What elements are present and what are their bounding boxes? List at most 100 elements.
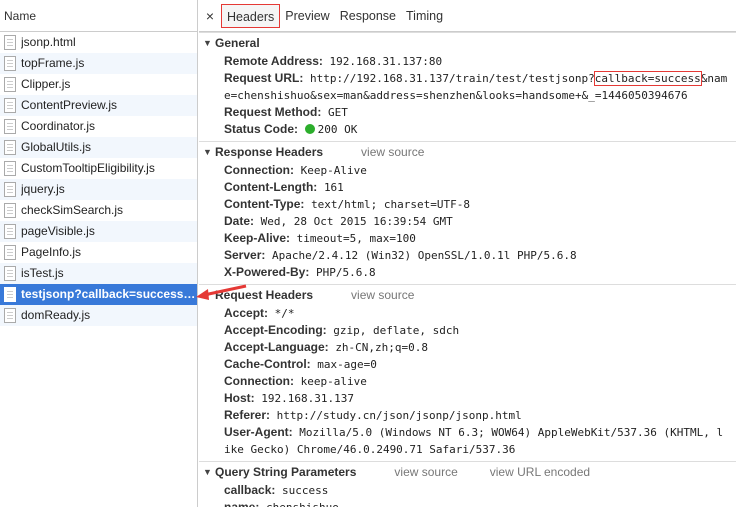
header-row: Request Method: GET xyxy=(199,104,736,121)
header-row: Remote Address: 192.168.31.137:80 xyxy=(199,53,736,70)
header-value: PHP/5.6.8 xyxy=(315,266,376,279)
header-value: Wed, 28 Oct 2015 16:39:54 GMT xyxy=(260,215,453,228)
header-row: Host: 192.168.31.137 xyxy=(199,390,736,407)
header-row: Keep-Alive: timeout=5, max=100 xyxy=(199,230,736,247)
header-key: Host: xyxy=(224,391,255,405)
response-headers-section-header[interactable]: ▼ Response Headers view source xyxy=(199,142,736,162)
expanded-triangle-icon: ▼ xyxy=(203,467,212,477)
header-row: Status Code: 200 OK xyxy=(199,121,736,138)
file-item[interactable]: ContentPreview.js xyxy=(0,95,197,116)
header-value: success xyxy=(282,484,329,497)
file-list: jsonp.html topFrame.js Clipper.js Conten… xyxy=(0,32,197,326)
file-item[interactable]: domReady.js xyxy=(0,305,197,326)
header-value: timeout=5, max=100 xyxy=(296,232,416,245)
header-key: Status Code: xyxy=(224,122,299,136)
file-item-selected[interactable]: testjsonp?callback=success&n... xyxy=(0,284,197,305)
header-value: Mozilla/5.0 (Windows NT 6.3; WOW64) Appl… xyxy=(224,426,724,456)
header-row: Date: Wed, 28 Oct 2015 16:39:54 GMT xyxy=(199,213,736,230)
header-row: Referer: http://study.cn/json/jsonp/json… xyxy=(199,407,736,424)
query-string-section: ▼ Query String Parameters view source vi… xyxy=(199,461,736,507)
header-key: Server: xyxy=(224,248,266,262)
tab-preview[interactable]: Preview xyxy=(280,4,334,28)
header-key: Request URL: xyxy=(224,71,304,85)
view-source-link[interactable]: view source xyxy=(351,285,414,305)
tab-headers[interactable]: Headers xyxy=(221,3,281,28)
document-icon xyxy=(4,77,16,92)
file-item[interactable]: jquery.js xyxy=(0,179,197,200)
request-detail-panel: × Headers Preview Response Timing ▼ Gene… xyxy=(199,0,736,507)
request-url-part: http://192.168.31.137/train/test/testjso… xyxy=(309,72,595,85)
header-value: max-age=0 xyxy=(317,358,377,371)
document-icon xyxy=(4,35,16,50)
file-item[interactable]: Clipper.js xyxy=(0,74,197,95)
document-icon xyxy=(4,119,16,134)
detail-tabs: × Headers Preview Response Timing xyxy=(199,0,736,32)
header-value: keep-alive xyxy=(300,375,367,388)
tab-timing[interactable]: Timing xyxy=(401,4,448,28)
header-value: gzip, deflate, sdch xyxy=(333,324,460,337)
header-key: User-Agent: xyxy=(224,425,293,439)
general-section: ▼ General Remote Address: 192.168.31.137… xyxy=(199,32,736,138)
file-item[interactable]: PageInfo.js xyxy=(0,242,197,263)
header-value: Keep-Alive xyxy=(300,164,367,177)
file-item[interactable]: CustomTooltipEligibility.js xyxy=(0,158,197,179)
file-item[interactable]: Coordinator.js xyxy=(0,116,197,137)
header-row: Accept-Encoding: gzip, deflate, sdch xyxy=(199,322,736,339)
view-source-link[interactable]: view source xyxy=(394,462,457,482)
header-key: Date: xyxy=(224,214,255,228)
file-item[interactable]: topFrame.js xyxy=(0,53,197,74)
header-key: Keep-Alive: xyxy=(224,231,291,245)
header-row: callback: success xyxy=(199,482,736,499)
general-section-header[interactable]: ▼ General xyxy=(199,33,736,53)
file-name: testjsonp?callback=success&n... xyxy=(21,287,197,301)
header-value: GET xyxy=(327,106,348,119)
file-name: jquery.js xyxy=(21,182,65,196)
file-item[interactable]: isTest.js xyxy=(0,263,197,284)
header-key: callback: xyxy=(224,483,276,497)
file-name: topFrame.js xyxy=(21,56,85,70)
file-list-panel: Name jsonp.html topFrame.js Clipper.js C… xyxy=(0,0,198,507)
file-item[interactable]: jsonp.html xyxy=(0,32,197,53)
expanded-triangle-icon: ▼ xyxy=(203,38,212,48)
header-key: Content-Length: xyxy=(224,180,318,194)
file-name: jsonp.html xyxy=(21,35,76,49)
document-icon xyxy=(4,56,16,71)
close-icon[interactable]: × xyxy=(203,8,217,24)
header-row: name: chenshishuo xyxy=(199,499,736,507)
header-value: 200 OK xyxy=(317,123,358,136)
header-row: Connection: keep-alive xyxy=(199,373,736,390)
file-item[interactable]: pageVisible.js xyxy=(0,221,197,242)
section-title: General xyxy=(215,36,260,50)
header-key: Accept: xyxy=(224,306,269,320)
header-row: X-Powered-By: PHP/5.6.8 xyxy=(199,264,736,281)
file-name: domReady.js xyxy=(21,308,91,322)
header-key: Request Method: xyxy=(224,105,322,119)
file-name: PageInfo.js xyxy=(21,245,82,259)
response-headers-section: ▼ Response Headers view source Connectio… xyxy=(199,141,736,281)
header-row: Request URL: http://192.168.31.137/train… xyxy=(199,70,736,104)
view-source-link[interactable]: view source xyxy=(361,142,424,162)
file-item[interactable]: checkSimSearch.js xyxy=(0,200,197,221)
document-icon xyxy=(4,287,16,302)
section-title: Response Headers xyxy=(215,145,324,159)
document-icon xyxy=(4,140,16,155)
file-name: Clipper.js xyxy=(21,77,71,91)
header-value: text/html; charset=UTF-8 xyxy=(311,198,471,211)
view-url-encoded-link[interactable]: view URL encoded xyxy=(490,462,590,482)
query-string-section-header[interactable]: ▼ Query String Parameters view source vi… xyxy=(199,462,736,482)
expanded-triangle-icon: ▼ xyxy=(203,290,212,300)
section-title: Query String Parameters xyxy=(215,465,357,479)
document-icon xyxy=(4,98,16,113)
request-headers-section-header[interactable]: ▼ Request Headers view source xyxy=(199,285,736,305)
header-row: Accept: */* xyxy=(199,305,736,322)
file-item[interactable]: GlobalUtils.js xyxy=(0,137,197,158)
header-value: */* xyxy=(274,307,295,320)
request-headers-section: ▼ Request Headers view source Accept: */… xyxy=(199,284,736,458)
header-row: Server: Apache/2.4.12 (Win32) OpenSSL/1.… xyxy=(199,247,736,264)
header-row: Cache-Control: max-age=0 xyxy=(199,356,736,373)
document-icon xyxy=(4,224,16,239)
name-column-header[interactable]: Name xyxy=(0,0,197,32)
header-value: zh-CN,zh;q=0.8 xyxy=(335,341,429,354)
tab-response[interactable]: Response xyxy=(335,4,401,28)
file-name: checkSimSearch.js xyxy=(21,203,124,217)
